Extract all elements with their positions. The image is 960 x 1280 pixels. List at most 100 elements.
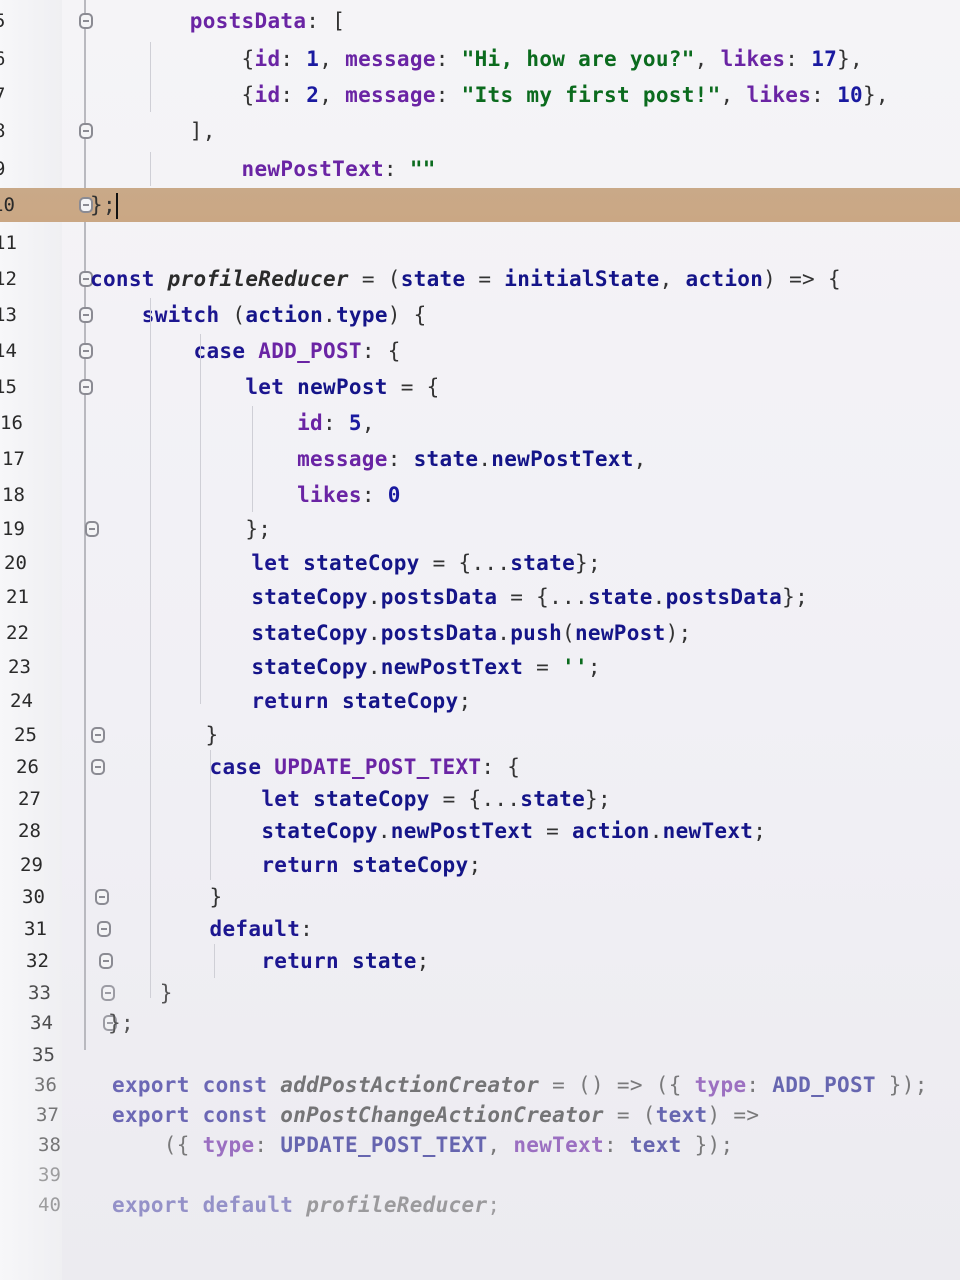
code-line[interactable]: 6 {id: 1, message: "Hi, how are you?", l… — [0, 42, 960, 76]
code-text[interactable]: }; — [108, 1006, 134, 1040]
code-text[interactable]: ({ type: UPDATE_POST_TEXT, newText: text… — [112, 1128, 733, 1162]
code-text[interactable]: case UPDATE_POST_TEXT: { — [106, 750, 520, 784]
indent-guide — [200, 334, 201, 704]
code-line[interactable]: 8 ], — [0, 114, 960, 148]
code-text[interactable]: {id: 2, message: "Its my first post!", l… — [138, 78, 889, 112]
code-line[interactable]: 25 } — [0, 718, 960, 752]
code-text[interactable]: likes: 0 — [90, 478, 401, 512]
line-number: 11 — [0, 232, 17, 254]
code-text[interactable]: let newPost = { — [90, 370, 440, 404]
code-editor[interactable]: 5 postsData: [ 6 {id: 1, message: "Hi, ho… — [0, 0, 960, 1280]
code-text[interactable]: export const addPostActionCreator = () =… — [112, 1068, 928, 1102]
code-line[interactable]: 14 case ADD_POST: { — [0, 334, 960, 368]
code-text[interactable]: case ADD_POST: { — [90, 334, 401, 368]
line-number: 36 — [34, 1074, 57, 1096]
code-line[interactable]: 24 return stateCopy; — [0, 684, 960, 718]
code-line[interactable]: 7 {id: 2, message: "Its my first post!",… — [0, 78, 960, 112]
code-line[interactable]: 9 newPostText: "" — [0, 152, 960, 186]
code-line[interactable]: 21 stateCopy.postsData = {...state.posts… — [0, 580, 960, 614]
code-text[interactable]: }; — [90, 188, 118, 222]
code-line[interactable]: 19 }; — [0, 512, 960, 546]
line-number: 37 — [36, 1104, 59, 1126]
code-text[interactable]: return state; — [106, 944, 430, 978]
code-text[interactable]: postsData: [ — [138, 4, 345, 38]
code-text[interactable]: {id: 1, message: "Hi, how are you?", lik… — [138, 42, 863, 76]
line-number: 9 — [0, 152, 5, 186]
line-number: 18 — [2, 484, 25, 506]
indent-guide — [150, 42, 151, 112]
line-number: 10 — [0, 194, 15, 216]
line-number: 24 — [10, 690, 33, 712]
code-line[interactable]: 26 case UPDATE_POST_TEXT: { — [0, 750, 960, 784]
line-number: 40 — [38, 1194, 61, 1216]
line-number: 31 — [24, 918, 47, 940]
line-number: 34 — [30, 1012, 53, 1034]
code-line[interactable]: 33 } — [0, 976, 960, 1010]
code-line[interactable]: 30 } — [0, 880, 960, 914]
code-text[interactable]: default: — [106, 912, 313, 946]
code-text[interactable]: }; — [90, 512, 271, 546]
code-text[interactable]: } — [102, 718, 219, 752]
code-line[interactable]: 40 export default profileReducer; — [0, 1188, 960, 1222]
code-line[interactable]: 27 let stateCopy = {...state}; — [0, 782, 960, 816]
code-text[interactable]: } — [108, 976, 173, 1010]
current-line[interactable]: 10}; — [0, 188, 960, 222]
code-text[interactable]: stateCopy.newPostText = ''; — [96, 650, 601, 684]
line-number: 17 — [2, 448, 25, 470]
code-text[interactable]: export default profileReducer; — [112, 1188, 500, 1222]
code-line[interactable]: 37 export const onPostChangeActionCreator… — [0, 1098, 960, 1132]
code-text[interactable]: ], — [138, 114, 216, 148]
code-line[interactable]: 11 — [0, 226, 960, 260]
code-text[interactable]: stateCopy.newPostText = action.newText; — [106, 814, 766, 848]
line-number: 25 — [14, 724, 37, 746]
line-number: 21 — [6, 586, 29, 608]
code-line[interactable]: 35 — [0, 1038, 960, 1072]
fold-toggle-icon[interactable] — [79, 13, 93, 29]
code-text[interactable]: id: 5, — [90, 406, 375, 440]
code-text[interactable]: message: state.newPostText, — [90, 442, 647, 476]
code-text[interactable]: } — [106, 880, 223, 914]
code-text[interactable]: return stateCopy; — [106, 848, 481, 882]
indent-guide — [210, 750, 211, 880]
line-number: 29 — [20, 854, 43, 876]
code-line[interactable]: 29 return stateCopy; — [0, 848, 960, 882]
code-text[interactable]: stateCopy.postsData = {...state.postsDat… — [96, 580, 808, 614]
code-text[interactable]: switch (action.type) { — [90, 298, 427, 332]
code-line[interactable]: 18 likes: 0 — [0, 478, 960, 512]
code-text[interactable]: let stateCopy = {...state}; — [96, 546, 601, 580]
line-number: 13 — [0, 304, 17, 326]
code-line[interactable]: 36 export const addPostActionCreator = ()… — [0, 1068, 960, 1102]
indent-guide — [252, 406, 253, 512]
code-line[interactable]: 16 id: 5, — [0, 406, 960, 440]
text-caret — [115, 193, 118, 219]
code-text[interactable]: export const onPostChangeActionCreator =… — [112, 1098, 759, 1132]
code-text[interactable]: newPostText: "" — [138, 152, 436, 186]
code-text[interactable]: return stateCopy; — [96, 684, 471, 718]
code-line[interactable]: 31 default: — [0, 912, 960, 946]
code-line[interactable]: 15 let newPost = { — [0, 370, 960, 404]
code-text[interactable]: stateCopy.postsData.push(newPost); — [96, 616, 691, 650]
line-number: 6 — [0, 42, 5, 76]
code-line[interactable]: 12 const profileReducer = (state = initia… — [0, 262, 960, 296]
code-line[interactable]: 13 switch (action.type) { — [0, 298, 960, 332]
fold-toggle-icon[interactable] — [91, 759, 105, 775]
code-text[interactable]: let stateCopy = {...state}; — [106, 782, 611, 816]
line-number: 30 — [22, 886, 45, 908]
code-line[interactable]: 28 stateCopy.newPostText = action.newTex… — [0, 814, 960, 848]
line-number: 8 — [0, 114, 5, 148]
line-number: 15 — [0, 376, 17, 398]
code-line[interactable]: 20 let stateCopy = {...state}; — [0, 546, 960, 580]
code-line[interactable]: 32 return state; — [0, 944, 960, 978]
code-line[interactable]: 5 postsData: [ — [0, 4, 960, 38]
line-number: 5 — [0, 4, 5, 38]
fold-toggle-icon[interactable] — [79, 123, 93, 139]
code-text[interactable]: const profileReducer = (state = initialS… — [90, 262, 841, 296]
code-line[interactable]: 39 — [0, 1158, 960, 1192]
line-number: 16 — [0, 412, 23, 434]
code-line[interactable]: 17 message: state.newPostText, — [0, 442, 960, 476]
code-line[interactable]: 22 stateCopy.postsData.push(newPost); — [0, 616, 960, 650]
code-line[interactable]: 23 stateCopy.newPostText = ''; — [0, 650, 960, 684]
line-number: 19 — [2, 518, 25, 540]
code-line[interactable]: 38 ({ type: UPDATE_POST_TEXT, newText: t… — [0, 1128, 960, 1162]
code-line[interactable]: 34}; — [0, 1006, 960, 1040]
